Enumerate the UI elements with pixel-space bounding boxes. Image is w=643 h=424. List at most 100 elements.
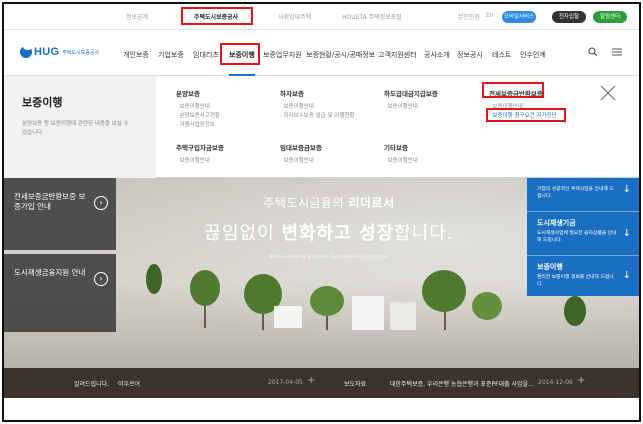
hero-copy: 주택도시금융의 리더로서 끊임없이 변화하고 성장합니다. Korea Hous… [164,194,494,260]
menu-item[interactable]: 보증이행안내 [280,157,322,166]
highlight-box-hug [181,7,253,25]
main-navigation: HUG 주택도시보증공사 개인보증 기업보증 임대리츠 보증이행 보증업무지원 … [4,30,639,76]
arrow-down-icon: ↓ [622,228,631,239]
hero-line-2-b: 변화하고 성장 [281,223,395,244]
menu-item[interactable]: 보증이행안내 [176,157,224,166]
menu-col-presale: 분양보증 보증이행안내 분양보증사고현황 이행사업장정보 [176,88,220,130]
hug-logo[interactable]: HUG 주택도시보증공사 [20,44,100,58]
menu-item[interactable]: 보증이행안내 [176,103,220,112]
house-decor [274,306,302,328]
nav-personal-guarantee[interactable]: 개인보증 [123,50,149,60]
e-bid-button[interactable]: 전자입찰 [552,11,586,23]
press-label: 보도자료 [344,381,367,388]
nav-status[interactable]: 보증현황/공시/공매정보 [306,50,375,60]
jeonse-guarantee-card[interactable]: 전세보증금반환보증 보증가입 안내 › [4,178,116,250]
menu-col-subcontract: 하도급대금지급보증 보증이행안내 [384,88,438,112]
toplink-housta[interactable]: HOUSTA 주택정보포털 [342,12,402,21]
hero-banner: 주택도시금융의 리더로서 끊임없이 변화하고 성장합니다. Korea Hous… [4,178,639,368]
tree-decor [190,270,220,306]
tree-decor [472,292,502,320]
page-bottom [4,398,639,420]
nav-support[interactable]: 보증업무지원 [263,50,302,60]
press-date: 2014-12-09 [538,379,573,386]
mega-menu-intro: 보증이행 분양보증 등 보증이행에 관련된 내용을 보실 수 있습니다. [4,76,156,178]
nav-rental-reits[interactable]: 임대리츠 [193,50,219,60]
urban-regen-card[interactable]: 도시재생금융지원 안내 › [4,254,116,332]
logo-subtitle: 주택도시보증공사 [62,49,100,56]
tree-decor [310,286,344,316]
hug-logo-mark-icon [20,44,32,58]
search-icon[interactable] [588,47,598,60]
nav-handover[interactable]: 인수인계 [520,50,546,60]
nav-customer-center[interactable]: 고객지원센터 [378,50,417,60]
notice-more-icon[interactable]: + [307,375,315,386]
notice-title[interactable]: 이우르어 [118,379,140,388]
menu-col-defect: 하자보증 보증이행안내 하자보수보증 발급 및 이행현황 [280,88,355,121]
toplink-info[interactable]: 정보공개 [126,12,148,21]
mega-menu-title: 보증이행 [22,96,63,109]
arrow-right-icon: › [94,272,108,286]
highlight-box-nav [220,43,260,65]
press-more-icon[interactable]: + [577,375,585,386]
jeonse-guarantee-card-label: 전세보증금반환보증 보증가입 안내 [14,192,86,211]
hero-line-2-a: 끊임없이 [204,223,282,244]
menu-head-subcontract[interactable]: 하도급대금지급보증 [384,88,438,98]
hero-line-1-b: 리더로서 [348,196,395,210]
menu-col-rental-deposit: 임대보증금보증 보증이행안내 [280,142,322,166]
toplink-social-housing[interactable]: 사회임대주택 [278,12,311,21]
mega-menu-description: 분양보증 등 보증이행에 관련된 내용을 보실 수 있습니다. [22,121,129,136]
toplink-auth[interactable]: 본인인증 [458,12,480,21]
nav-disclosure[interactable]: 정보공시 [457,50,483,60]
arrow-right-icon: › [94,196,108,210]
top-utility-bar: 정보공개 주택도시보증공사 사회임대주택 HOUSTA 주택정보포털 본인인증 … [4,4,639,30]
hero-line-1-a: 주택도시금융의 [263,196,349,210]
hero-line-2: 끊임없이 변화하고 성장합니다. [164,219,494,245]
menu-item[interactable]: 보증이행안내 [384,103,438,112]
menu-head-presale[interactable]: 분양보증 [176,88,220,98]
news-bar: 알려드립니다. 이우르어 2017-04-05 + 보도자료 대한주택보증, 우… [4,368,639,398]
menu-item[interactable]: 보증이행안내 [280,103,355,112]
right-card-urban-fund-desc: 도시재생사업에 필요한 융자상품을 안내해 드립니다. [537,231,617,243]
menu-item[interactable]: 하자보수보증 발급 및 이행현황 [280,112,355,121]
menu-head-other[interactable]: 기타보증 [384,142,418,152]
highlight-box-self-diagnosis [486,108,566,122]
menu-head-purchase[interactable]: 주택구입자금보증 [176,142,224,152]
tree-decor [564,296,586,326]
menu-item[interactable]: 보증이행안내 [384,157,418,166]
menu-item[interactable]: 이행사업장정보 [176,121,220,130]
notice-center-button[interactable]: 알림센터 [593,11,627,23]
tree-decor [146,264,162,294]
toplink-english[interactable]: En [486,12,494,19]
hero-line-2-c: 합니다. [394,223,454,244]
hero-line-1: 주택도시금융의 리더로서 [164,194,494,211]
arrow-down-icon: ↓ [622,270,631,281]
nav-corporate-guarantee[interactable]: 기업보증 [158,50,184,60]
menu-head-defect[interactable]: 하자보증 [280,88,355,98]
hamburger-icon[interactable] [612,47,622,60]
right-card-urban-fund-title: 도시재생기금 [537,219,576,227]
urban-regen-card-label: 도시재생금융지원 안내 [14,268,86,277]
mobile-service-button[interactable]: 모바일서비스 [502,11,536,23]
house-decor [352,296,384,330]
menu-head-rental-deposit[interactable]: 임대보증금보증 [280,142,322,152]
tree-decor [422,270,466,312]
right-card-housing[interactable]: 기업의 성공적인 주택사업을 안내해 드립니다. ↓ [527,178,639,212]
right-card-performance[interactable]: 보증이행 편리한 보증이행 정보를 안내해 드립니다. ↓ [527,256,639,296]
nav-test[interactable]: 테스트 [492,50,511,60]
right-card-housing-desc: 기업의 성공적인 주택사업을 안내해 드립니다. [537,187,614,199]
close-icon[interactable] [599,84,617,107]
right-card-performance-desc: 편리한 보증이행 정보를 안내해 드립니다. [537,275,614,287]
menu-item[interactable]: 분양보증사고현황 [176,112,220,121]
logo-text: HUG [34,46,60,58]
hero-tagline: Korea Housing & Urban Guarantee Corporat… [269,255,389,260]
mega-menu: 보증이행 분양보증 등 보증이행에 관련된 내용을 보실 수 있습니다. 분양보… [4,76,639,178]
arrow-down-icon: ↓ [622,184,631,195]
right-card-urban-fund[interactable]: 도시재생기금 도시재생사업에 필요한 융자상품을 안내해 드립니다. ↓ [527,212,639,256]
browser-frame: 정보공개 주택도시보증공사 사회임대주택 HOUSTA 주택정보포털 본인인증 … [2,2,641,422]
notice-date: 2017-04-05 [268,379,303,386]
press-title[interactable]: 대한주택보증, 우리은행 농협은행과 표준PF대출 사업을... [390,379,534,388]
notice-label: 알려드립니다. [74,381,110,388]
nav-about[interactable]: 공사소개 [424,50,450,60]
menu-col-other: 기타보증 보증이행안내 [384,142,418,166]
house-decor [390,302,416,330]
